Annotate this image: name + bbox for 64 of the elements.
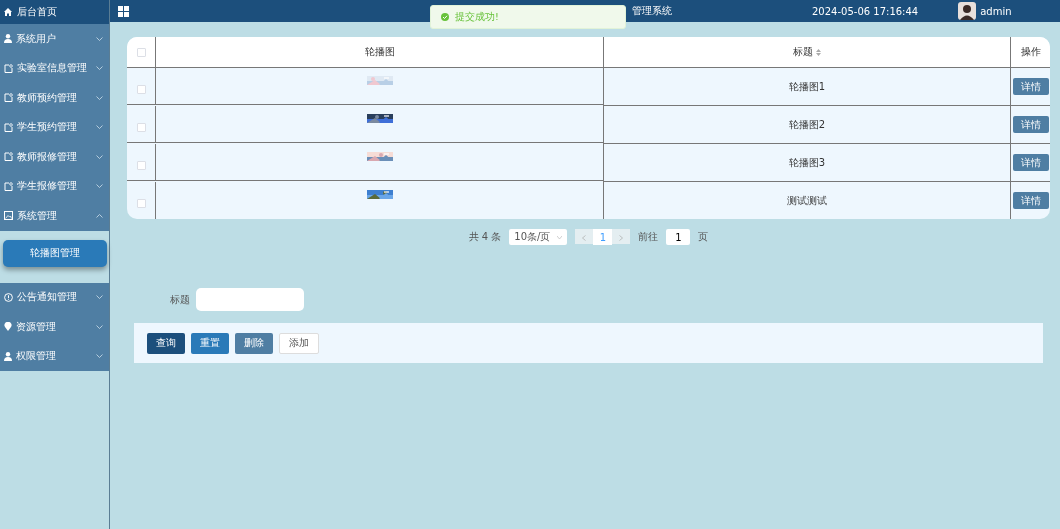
row-checkbox[interactable] (136, 85, 146, 94)
sidebar-item[interactable]: 实验室信息管理 (0, 53, 109, 83)
total-count: 共 4 条 (468, 230, 502, 244)
next-page-button[interactable] (612, 229, 631, 244)
submenu-item[interactable]: 轮播图管理 (3, 239, 107, 267)
page-size-select[interactable]: 10条/页 (509, 229, 568, 245)
username[interactable]: admin (980, 5, 1012, 17)
caret-icon (557, 235, 563, 239)
chevron-left-icon (582, 235, 587, 241)
document-icon (4, 63, 13, 73)
goto-label: 前往 (638, 230, 659, 244)
chevron-right-icon (619, 235, 624, 241)
sidebar-item[interactable]: 系统用户 (0, 24, 109, 54)
query-button[interactable]: 查询 (147, 332, 185, 354)
sidebar-item[interactable]: 学生预约管理 (0, 112, 109, 142)
detail-button[interactable]: 详情 (1012, 192, 1049, 209)
sidebar-item[interactable]: 教师预约管理 (0, 83, 109, 113)
home-menu-item[interactable]: 后台首页 (0, 0, 109, 24)
field-label: 标题 (170, 292, 190, 307)
sidebar-item[interactable]: 教师报修管理 (0, 142, 109, 172)
document-icon (4, 152, 13, 162)
sidebar-item[interactable]: 公告通知管理 (0, 282, 109, 312)
title-search-field[interactable] (196, 288, 304, 311)
sidebar-item[interactable]: 权限管理 (0, 341, 109, 371)
home-icon (4, 8, 12, 16)
user-icon (4, 351, 12, 361)
add-button[interactable]: 添加 (279, 332, 319, 354)
image-icon (4, 211, 13, 221)
user-icon (4, 34, 12, 44)
row-checkbox[interactable] (136, 123, 146, 132)
datetime: 2024-05-06 17:16:44 (812, 5, 919, 17)
delete-button[interactable]: 删除 (235, 332, 273, 354)
document-icon (4, 93, 13, 103)
avatar-icon[interactable] (958, 2, 977, 20)
column-header[interactable]: 标题 (793, 45, 813, 59)
sort-icon[interactable] (816, 48, 821, 56)
pin-icon (4, 322, 12, 332)
page-number[interactable]: 1 (593, 229, 613, 245)
sidebar-item[interactable]: 系统管理 (0, 201, 109, 231)
toast-message: 提交成功! (455, 10, 499, 24)
app-title: 管理系统 (632, 4, 672, 18)
table-cell: 轮播图2 (788, 117, 826, 132)
table-cell: 轮播图1 (788, 79, 826, 94)
sidebar-item[interactable]: 资源管理 (0, 312, 109, 342)
grid-icon[interactable] (118, 5, 129, 17)
page-suffix: 页 (698, 230, 709, 244)
column-header: 轮播图 (364, 45, 395, 59)
detail-button[interactable]: 详情 (1012, 78, 1049, 95)
column-header: 操作 (1020, 45, 1041, 59)
row-checkbox[interactable] (136, 199, 146, 208)
reset-button[interactable]: 重置 (191, 332, 229, 354)
detail-button[interactable]: 详情 (1012, 154, 1049, 171)
check-icon (441, 13, 449, 21)
table-cell: 测试测试 (787, 193, 827, 208)
prev-page-button[interactable] (575, 229, 594, 244)
select-all-checkbox[interactable] (136, 47, 146, 57)
goto-page-field[interactable]: 1 (666, 229, 691, 245)
document-icon (4, 122, 13, 132)
document-icon (4, 181, 13, 191)
detail-button[interactable]: 详情 (1012, 116, 1049, 133)
info-icon (4, 292, 13, 302)
table-cell: 轮播图3 (788, 155, 826, 170)
sidebar-item[interactable]: 学生报修管理 (0, 171, 109, 201)
row-checkbox[interactable] (136, 161, 146, 170)
